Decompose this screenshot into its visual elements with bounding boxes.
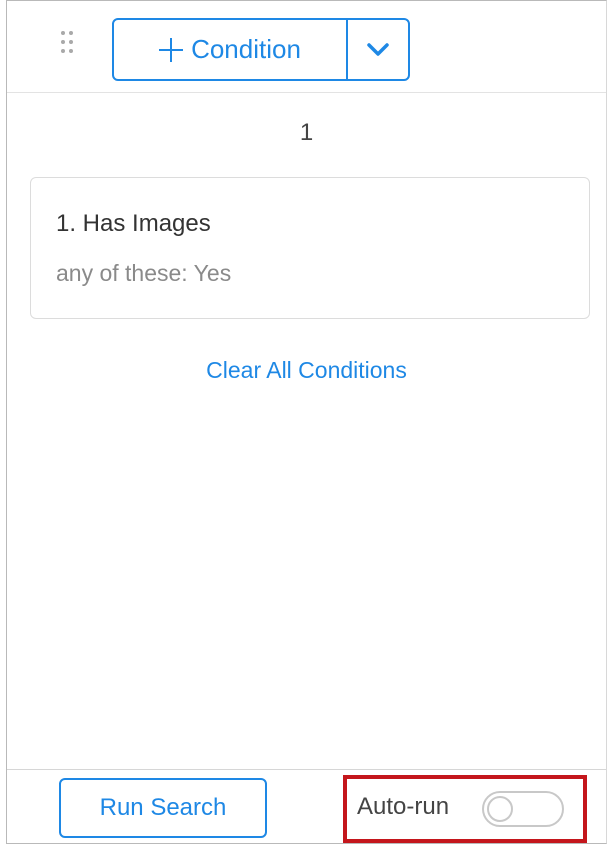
condition-card[interactable]: 1. Has Images any of these: Yes bbox=[30, 177, 590, 319]
chevron-down-icon bbox=[367, 42, 389, 56]
add-condition-split-button: Condition bbox=[112, 18, 410, 81]
toggle-knob bbox=[487, 796, 513, 822]
footer-divider bbox=[7, 769, 606, 770]
condition-title: 1. Has Images bbox=[56, 210, 211, 237]
page-count: 1 bbox=[299, 119, 314, 146]
plus-icon bbox=[159, 37, 184, 62]
auto-run-toggle[interactable] bbox=[482, 791, 564, 827]
run-search-button[interactable]: Run Search bbox=[59, 778, 267, 838]
add-condition-button[interactable]: Condition bbox=[114, 20, 348, 79]
search-conditions-panel: Condition 1 1. Has Images any of these: … bbox=[6, 0, 607, 844]
condition-detail: any of these: Yes bbox=[56, 260, 232, 286]
clear-all-conditions-link[interactable]: Clear All Conditions bbox=[7, 357, 606, 384]
toolbar-divider bbox=[7, 92, 606, 93]
condition-dropdown-toggle[interactable] bbox=[348, 20, 408, 79]
add-condition-label: Condition bbox=[191, 34, 301, 64]
drag-handle-icon[interactable] bbox=[61, 31, 75, 61]
auto-run-label: Auto-run bbox=[357, 793, 450, 820]
